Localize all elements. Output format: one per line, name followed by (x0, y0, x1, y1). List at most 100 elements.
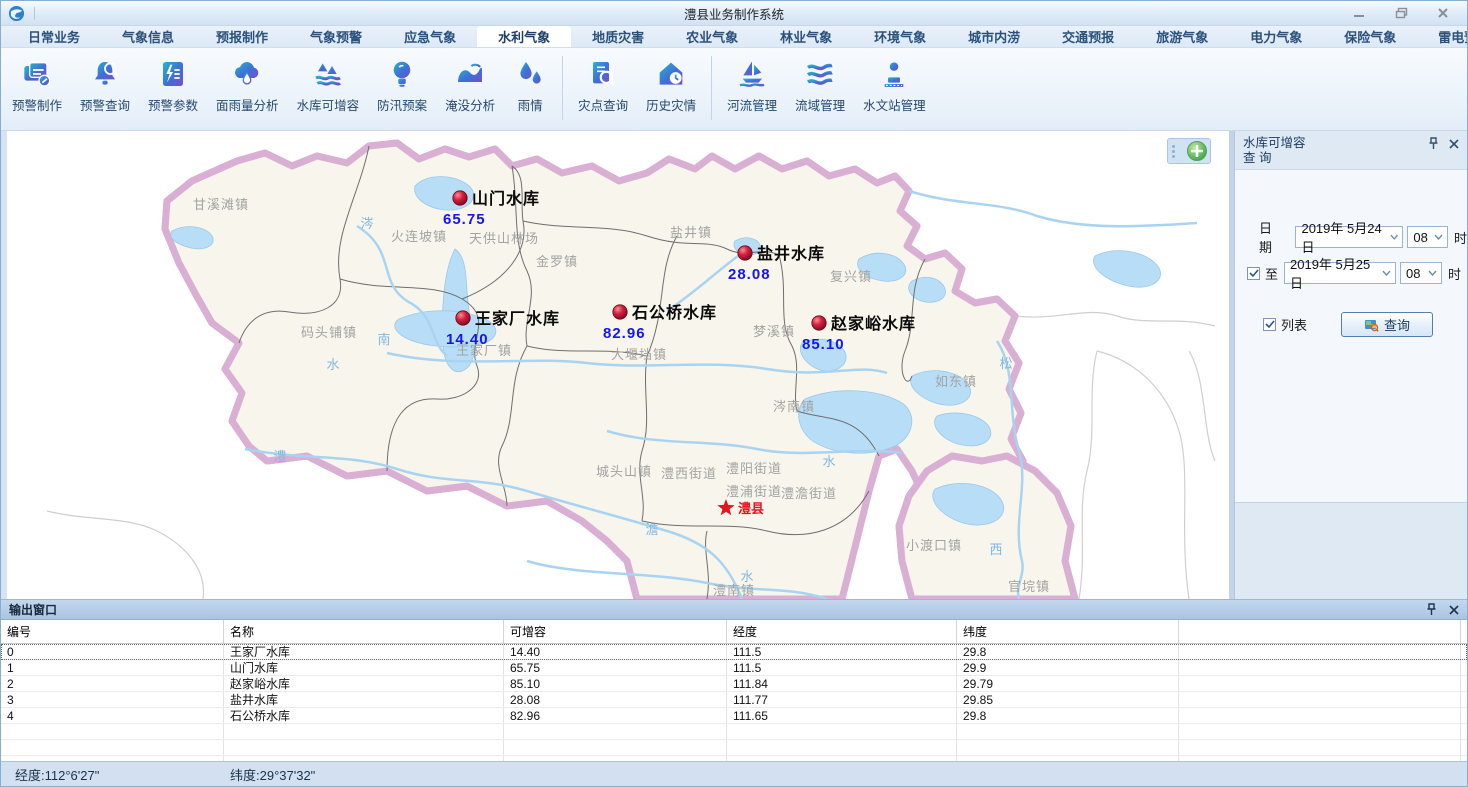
reservoir-marker-icon[interactable] (812, 316, 826, 330)
menu-tab-6[interactable]: 水利气象 (477, 26, 571, 47)
output-header: 输出窗口 (1, 600, 1467, 620)
date-to-select[interactable]: 2019年 5月25日 (1284, 262, 1396, 284)
toolbar-separator (711, 56, 712, 120)
menu-tab-2[interactable]: 气象信息 (101, 26, 195, 47)
reservoir-marker-group[interactable] (456, 311, 470, 325)
restore-button[interactable] (1393, 6, 1409, 20)
menu-tab-11[interactable]: 城市内涝 (947, 26, 1041, 47)
river-label: 水 (740, 569, 753, 584)
menu-tab-16[interactable]: 雷电预警 (1417, 26, 1468, 47)
table-cell: 111.5 (727, 660, 957, 675)
table-cell (1, 740, 224, 755)
toolbar-button-warning-edit[interactable]: 预警制作 (3, 54, 71, 117)
menu-tab-4[interactable]: 气象预警 (289, 26, 383, 47)
town-label: 官垸镇 (1008, 579, 1050, 594)
town-label: 小渡口镇 (906, 538, 962, 553)
table-row[interactable]: 3盐井水库28.08111.7729.85 (1, 692, 1467, 708)
column-header (1179, 620, 1461, 643)
query-button[interactable]: 查询 (1341, 312, 1433, 337)
menu-tab-3[interactable]: 预报制作 (195, 26, 289, 47)
toolbar-button-label: 预警制作 (12, 95, 62, 114)
menu-tab-14[interactable]: 电力气象 (1229, 26, 1323, 47)
toolbar-button-flood-analysis[interactable]: 淹没分析 (436, 54, 504, 117)
county-seat-label: 澧县 (738, 501, 764, 516)
toolbar-button-disaster-search[interactable]: 灾点查询 (569, 54, 637, 117)
toolbar-group-3: 河流管理流域管理水文站管理 (718, 54, 935, 117)
toolbar-button-warning-params[interactable]: 预警参数 (139, 54, 207, 117)
town-label: 盐井镇 (670, 225, 712, 240)
reservoir-marker-group[interactable] (738, 246, 752, 260)
menu-tab-5[interactable]: 应急气象 (383, 26, 477, 47)
menu-tab-7[interactable]: 地质灾害 (571, 26, 665, 47)
pin-icon[interactable] (1428, 137, 1439, 150)
list-checkbox[interactable] (1263, 318, 1276, 331)
menu-tab-10[interactable]: 环境气象 (853, 26, 947, 47)
reservoir-marker-group[interactable] (613, 305, 627, 319)
zoom-in-icon[interactable] (1187, 141, 1207, 161)
toolbar-button-reservoir-capacity[interactable]: 水库可增容 (288, 54, 369, 117)
table-cell (1179, 740, 1461, 755)
river-label: 水 (822, 454, 835, 469)
town-label: 梦溪镇 (753, 324, 795, 339)
panel-close-icon[interactable] (1449, 139, 1459, 149)
map-canvas[interactable]: 甘溪滩镇火连坡镇天供山林场金罗镇盐井镇复兴镇码头铺镇王家厂镇大堰垱镇梦溪镇涔南镇… (7, 131, 1229, 599)
minimize-button[interactable] (1351, 6, 1367, 20)
table-cell (224, 724, 504, 739)
toolbar-button-label: 淹没分析 (445, 95, 495, 114)
reservoir-marker-group[interactable] (812, 316, 826, 330)
output-close-icon[interactable] (1449, 605, 1459, 615)
town-label: 码头铺镇 (301, 325, 357, 340)
date-to-checkbox[interactable] (1247, 267, 1260, 280)
menu-tab-12[interactable]: 交通预报 (1041, 26, 1135, 47)
toolbar-button-flood-plan[interactable]: 防汛预案 (368, 54, 436, 117)
table-row[interactable]: 0王家厂水库14.40111.529.8 (1, 644, 1467, 660)
toolbar-button-label: 预警参数 (148, 95, 198, 114)
town-label: 金罗镇 (536, 254, 578, 269)
toolbar-button-disaster-history[interactable]: 历史灾情 (637, 54, 705, 117)
toolbar-button-hydro-station[interactable]: 水文站管理 (854, 54, 935, 117)
toolbar-button-label: 面雨量分析 (216, 95, 279, 114)
toolbar-button-rain-info[interactable]: 雨情 (504, 54, 556, 117)
toolbar-button-basin[interactable]: 流域管理 (786, 54, 854, 117)
toolbar-button-river[interactable]: 河流管理 (718, 54, 786, 117)
table-cell: 82.96 (504, 708, 727, 723)
hour-to-select[interactable]: 08 (1400, 262, 1442, 284)
query-button-label: 查询 (1384, 315, 1410, 334)
area-rain-icon (230, 57, 264, 91)
map-tool-flyout[interactable] (1167, 138, 1211, 164)
toolbar-button-area-rain[interactable]: 面雨量分析 (207, 54, 288, 117)
toolbar-button-warning-search[interactable]: 预警查询 (71, 54, 139, 117)
menu-tab-13[interactable]: 旅游气象 (1135, 26, 1229, 47)
reservoir-name-label: 石公桥水库 (631, 303, 717, 322)
chevron-down-icon (1428, 270, 1437, 276)
menu-tab-8[interactable]: 农业气象 (665, 26, 759, 47)
date-from-select[interactable]: 2019年 5月24日 (1295, 226, 1403, 248)
query-map-icon (1364, 318, 1379, 332)
reservoir-marker-icon[interactable] (613, 305, 627, 319)
table-row[interactable]: 1山门水库65.75111.529.9 (1, 660, 1467, 676)
hour-from-select[interactable]: 08 (1407, 226, 1448, 248)
result-table[interactable]: 编号名称可增容经度纬度0王家厂水库14.40111.529.81山门水库65.7… (1, 620, 1467, 761)
reservoir-marker-icon[interactable] (456, 311, 470, 325)
table-cell: 0 (1, 644, 224, 659)
table-cell (1, 724, 224, 739)
map-area[interactable]: 甘溪滩镇火连坡镇天供山林场金罗镇盐井镇复兴镇码头铺镇王家厂镇大堰垱镇梦溪镇涔南镇… (7, 131, 1229, 599)
river-label: 澹 (645, 522, 658, 537)
flood-plan-icon (385, 57, 419, 91)
column-header: 纬度 (957, 620, 1179, 643)
menu-tab-15[interactable]: 保险气象 (1323, 26, 1417, 47)
menu-tab-9[interactable]: 林业气象 (759, 26, 853, 47)
panel-title-line1: 水库可增容 (1243, 136, 1459, 151)
menu-tab-1[interactable]: 日常业务 (7, 26, 101, 47)
close-button[interactable] (1435, 6, 1451, 20)
table-row[interactable]: 4石公桥水库82.96111.6529.8 (1, 708, 1467, 724)
table-row[interactable]: 2赵家峪水库85.10111.8429.79 (1, 676, 1467, 692)
table-empty-row[interactable] (1, 724, 1467, 740)
pin-icon[interactable] (1426, 603, 1437, 616)
table-cell (1179, 644, 1461, 659)
table-empty-row[interactable] (1, 740, 1467, 756)
reservoir-marker-icon[interactable] (738, 246, 752, 260)
reservoir-marker-group[interactable] (453, 191, 467, 205)
column-header: 可增容 (504, 620, 727, 643)
reservoir-marker-icon[interactable] (453, 191, 467, 205)
